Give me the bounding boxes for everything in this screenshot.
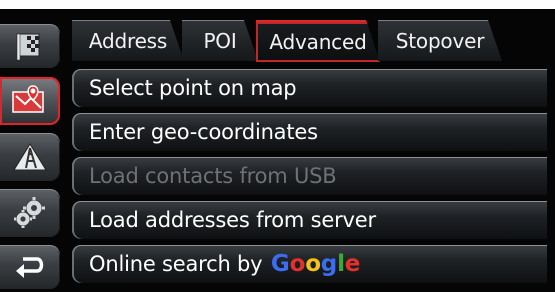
- destination-button[interactable]: [0, 24, 60, 68]
- tab-stopover[interactable]: Stopover: [378, 20, 502, 61]
- top-border: [0, 0, 555, 9]
- load-contacts-from-usb-item: Load contacts from USB: [72, 157, 547, 195]
- enter-coordinates-label: Enter geo-coordinates: [89, 120, 318, 144]
- back-arrow-icon: [13, 254, 47, 280]
- online-search-label: Online search by: [89, 252, 263, 276]
- load-contacts-label: Load contacts from USB: [89, 164, 337, 188]
- destination-flag-icon: [14, 31, 46, 61]
- select-point-on-map-item[interactable]: Select point on map: [72, 69, 547, 107]
- tab-poi[interactable]: POI: [182, 20, 258, 61]
- navigation-screen: Address POI Advanced Stopover Select poi…: [0, 0, 555, 292]
- select-point-label: Select point on map: [89, 76, 297, 100]
- route-button[interactable]: [0, 133, 60, 181]
- online-search-item[interactable]: Online search by Google: [72, 245, 547, 283]
- back-button[interactable]: [0, 245, 60, 289]
- load-addresses-label: Load addresses from server: [89, 208, 376, 232]
- settings-button[interactable]: [0, 189, 60, 237]
- tab-address[interactable]: Address: [72, 20, 184, 61]
- google-logo: Google: [270, 251, 361, 277]
- enter-geo-coordinates-item[interactable]: Enter geo-coordinates: [72, 113, 547, 151]
- settings-gears-icon: [12, 197, 48, 229]
- load-addresses-from-server-item[interactable]: Load addresses from server: [72, 201, 547, 239]
- navigation-map-icon: [11, 84, 49, 118]
- search-tabs: Address POI Advanced Stopover: [72, 20, 547, 60]
- navigation-button[interactable]: [0, 77, 60, 125]
- route-road-icon: [12, 142, 48, 172]
- tab-advanced[interactable]: Advanced: [256, 20, 380, 62]
